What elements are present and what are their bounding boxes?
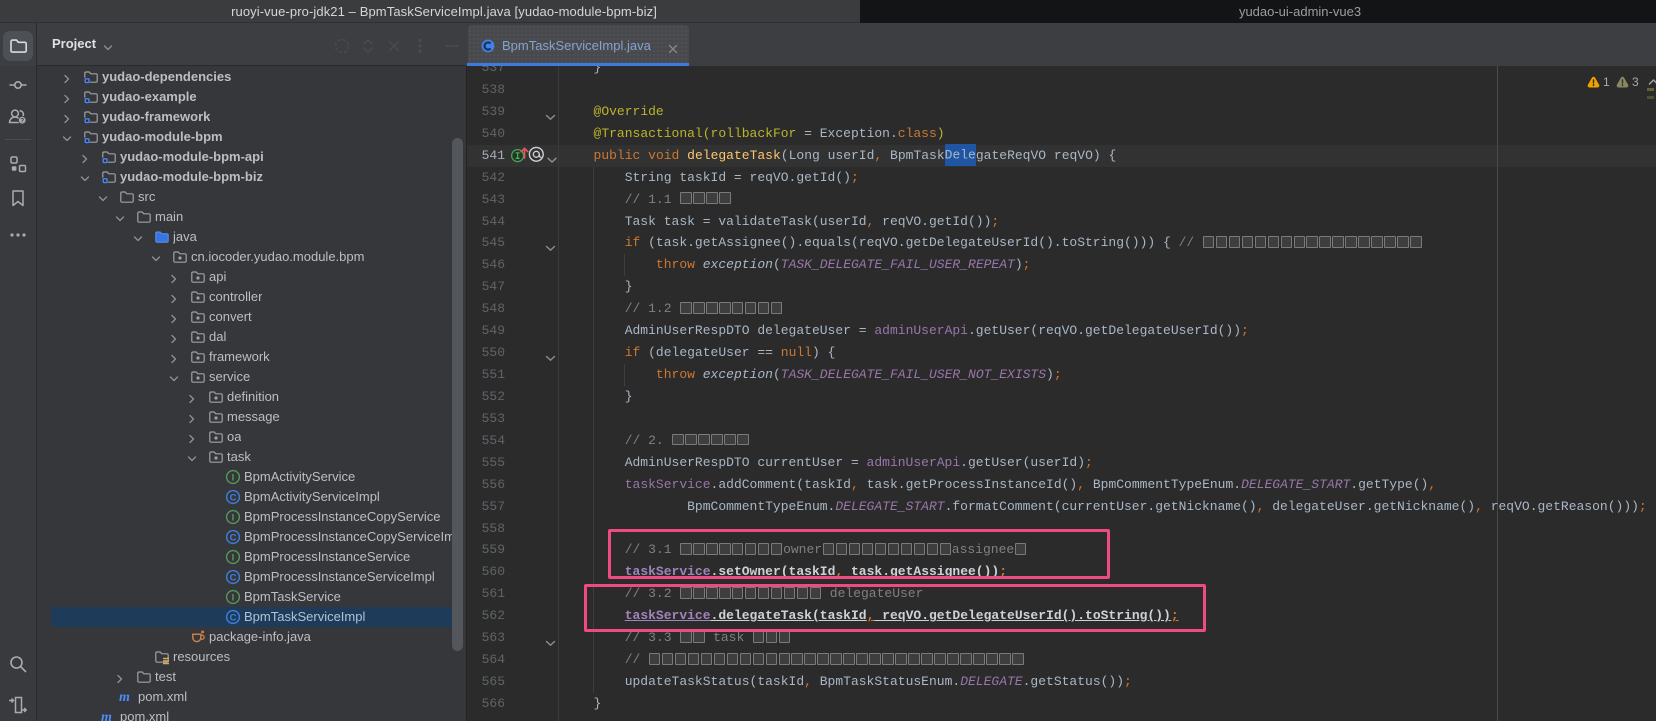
svg-text:I: I xyxy=(232,473,235,484)
svg-text:I: I xyxy=(232,513,235,524)
svg-text:C: C xyxy=(230,613,237,624)
svg-text:I: I xyxy=(232,593,235,604)
svg-text:I: I xyxy=(232,553,235,564)
svg-text:C: C xyxy=(230,493,237,504)
svg-text:C: C xyxy=(230,573,237,584)
svg-text:C: C xyxy=(230,533,237,544)
svg-text:?: ? xyxy=(20,118,24,125)
